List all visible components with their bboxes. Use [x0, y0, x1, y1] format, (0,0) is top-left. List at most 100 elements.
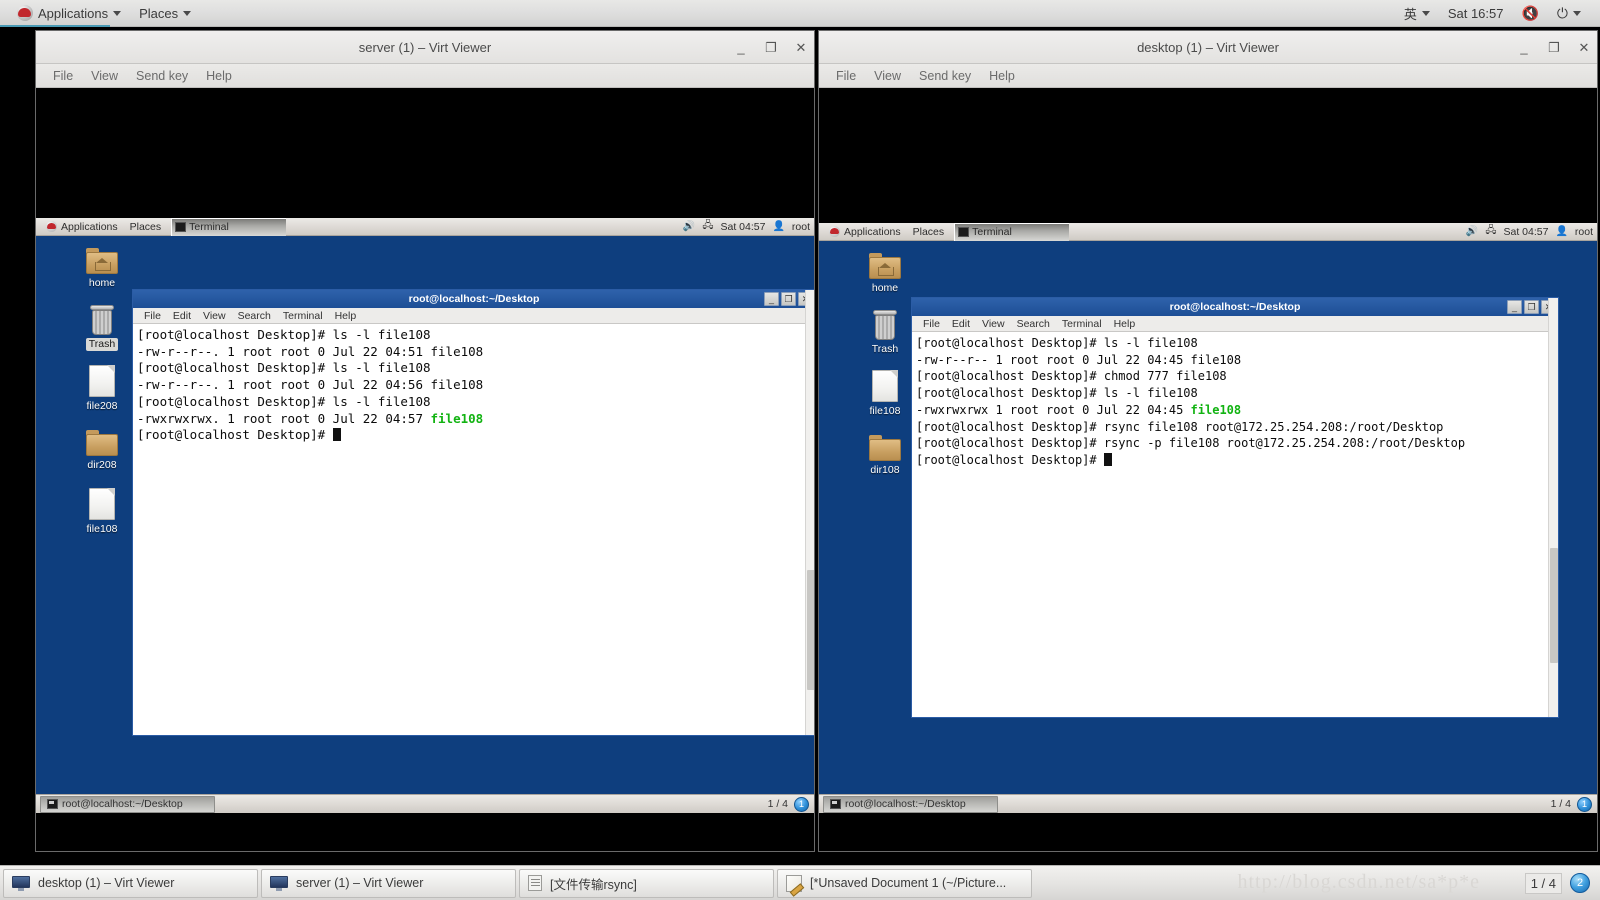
- server-window-titlebar[interactable]: server (1) – Virt Viewer _ ❐ ✕: [36, 31, 814, 64]
- guest-applications-menu[interactable]: Applications: [40, 220, 124, 234]
- screen-root: Applications Places 英 Sat 16:57 🔇 ⏻ serv…: [0, 0, 1600, 900]
- terminal-text: [root@localhost Desktop]# ls -l file108: [916, 386, 1198, 401]
- server-terminal-window[interactable]: root@localhost:~/Desktop _ ❐ ✕ File Edit…: [132, 289, 814, 736]
- terminal-menu-file[interactable]: File: [138, 310, 167, 322]
- desktop-icon-label: file208: [86, 400, 118, 413]
- network-icon[interactable]: 🖧: [702, 218, 713, 235]
- maximize-button[interactable]: ❐: [764, 40, 778, 56]
- terminal-scrollbar[interactable]: [805, 290, 814, 735]
- minimize-button[interactable]: _: [1517, 40, 1531, 55]
- guest-workspace-indicator: 1 / 4: [1550, 798, 1571, 810]
- desktop-guest-desktop[interactable]: Applications Places Terminal 🔊 🖧 Sat 04:…: [819, 223, 1597, 813]
- guest-taskbar-item-terminal[interactable]: root@localhost:~/Desktop: [40, 795, 215, 813]
- guest-workspace-badge[interactable]: 1: [794, 796, 809, 812]
- terminal-menu-help[interactable]: Help: [1108, 318, 1142, 330]
- desktop-window-titlebar[interactable]: desktop (1) – Virt Viewer _ ❐ ✕: [819, 31, 1597, 64]
- window-server-virt-viewer[interactable]: server (1) – Virt Viewer _ ❐ ✕ File View…: [35, 30, 815, 852]
- taskbar-item-unsaved-document[interactable]: [*Unsaved Document 1 (~/Picture...: [777, 868, 1032, 898]
- terminal-menu-edit[interactable]: Edit: [946, 318, 976, 330]
- clock-label: Sat 16:57: [1447, 5, 1504, 21]
- desktop-icon-label: file108: [86, 523, 118, 536]
- desktop-icon-home[interactable]: home: [849, 245, 921, 296]
- host-workspace-badge[interactable]: 2: [1570, 873, 1590, 893]
- desktop-icon-trash[interactable]: Trash: [66, 291, 138, 352]
- guest-task-label: Terminal: [972, 226, 1012, 238]
- speaker-icon[interactable]: 🔊: [683, 221, 695, 232]
- menu-view[interactable]: View: [82, 67, 127, 85]
- terminal-menu-help[interactable]: Help: [329, 310, 363, 322]
- terminal-minimize-button[interactable]: _: [1507, 300, 1522, 314]
- server-terminal-output[interactable]: [root@localhost Desktop]# ls -l file108-…: [133, 324, 814, 735]
- terminal-titlebar[interactable]: root@localhost:~/Desktop _ ❐ ✕: [133, 290, 814, 308]
- maximize-button[interactable]: ❐: [1547, 40, 1561, 56]
- terminal-menu-view[interactable]: View: [976, 318, 1011, 330]
- guest-window-task-terminal[interactable]: Terminal: [954, 223, 1070, 241]
- terminal-menu-search[interactable]: Search: [1011, 318, 1056, 330]
- minimize-button[interactable]: _: [734, 40, 748, 55]
- terminal-menu-search[interactable]: Search: [232, 310, 277, 322]
- desktop-terminal-output[interactable]: [root@localhost Desktop]# ls -l file108-…: [912, 332, 1558, 717]
- window-desktop-virt-viewer[interactable]: desktop (1) – Virt Viewer _ ❐ ✕ File Vie…: [818, 30, 1598, 852]
- guest-places-menu[interactable]: Places: [907, 225, 951, 239]
- menu-view[interactable]: View: [865, 67, 910, 85]
- terminal-icon: [47, 799, 58, 809]
- menu-help[interactable]: Help: [197, 67, 241, 85]
- desktop-icon-file108[interactable]: file108: [66, 472, 138, 537]
- taskbar-item-desktop-virt-viewer[interactable]: desktop (1) – Virt Viewer: [3, 868, 258, 898]
- guest-taskbar-item-terminal[interactable]: root@localhost:~/Desktop: [823, 795, 998, 813]
- guest-places-menu[interactable]: Places: [124, 220, 168, 234]
- desktop-viewer-canvas[interactable]: Applications Places Terminal 🔊 🖧 Sat 04:…: [819, 88, 1597, 851]
- applications-menu[interactable]: Applications: [8, 2, 130, 24]
- guest-places-label: Places: [912, 225, 945, 238]
- system-menu[interactable]: ⏻: [1548, 3, 1590, 23]
- close-button[interactable]: ✕: [1577, 40, 1591, 56]
- input-method-indicator[interactable]: 英: [1395, 1, 1439, 26]
- terminal-maximize-button[interactable]: ❐: [781, 292, 796, 306]
- terminal-text: [root@localhost Desktop]# ls -l file108: [137, 393, 431, 409]
- guest-workspace-badge[interactable]: 1: [1577, 796, 1592, 812]
- desktop-icon-label: file108: [869, 405, 901, 418]
- terminal-menu-terminal[interactable]: Terminal: [1056, 318, 1108, 330]
- host-taskbar: desktop (1) – Virt Viewer server (1) – V…: [0, 865, 1600, 900]
- terminal-titlebar[interactable]: root@localhost:~/Desktop _ ❐ ✕: [912, 298, 1558, 316]
- desktop-icon-file208[interactable]: file208: [66, 351, 138, 414]
- notepad-icon: [786, 874, 802, 892]
- network-icon[interactable]: 🖧: [1485, 223, 1496, 240]
- menu-send-key[interactable]: Send key: [910, 67, 980, 85]
- active-window-underline: [0, 25, 110, 27]
- desktop-icon-dir208[interactable]: dir208: [66, 414, 138, 473]
- terminal-maximize-button[interactable]: ❐: [1524, 300, 1539, 314]
- places-menu[interactable]: Places: [130, 3, 200, 24]
- terminal-line: [root@localhost Desktop]# ls -l file108: [916, 385, 1554, 402]
- terminal-line: [root@localhost Desktop]#: [137, 427, 811, 444]
- guest-applications-menu[interactable]: Applications: [823, 225, 907, 239]
- menu-file[interactable]: File: [827, 67, 865, 85]
- monitor-icon: [12, 875, 30, 891]
- desktop-icon-label: dir108: [870, 463, 900, 476]
- menu-file[interactable]: File: [44, 67, 82, 85]
- desktop-guest-top-panel: Applications Places Terminal 🔊 🖧 Sat 04:…: [819, 223, 1597, 241]
- desktop-icon-home[interactable]: home: [66, 240, 138, 291]
- taskbar-item-label: [文件传输rsync]: [550, 877, 637, 892]
- menu-help[interactable]: Help: [980, 67, 1024, 85]
- menu-send-key[interactable]: Send key: [127, 67, 197, 85]
- close-button[interactable]: ✕: [794, 40, 808, 56]
- speaker-icon[interactable]: 🔊: [1466, 226, 1478, 237]
- terminal-minimize-button[interactable]: _: [764, 292, 779, 306]
- server-guest-desktop[interactable]: Applications Places Terminal 🔊 🖧 Sat 04:…: [36, 218, 814, 813]
- taskbar-item-rsync-doc[interactable]: [文件传输rsync]: [519, 868, 774, 898]
- terminal-menu-terminal[interactable]: Terminal: [277, 310, 329, 322]
- volume-menu[interactable]: 🔇: [1512, 3, 1547, 23]
- terminal-line: [root@localhost Desktop]# chmod 777 file…: [916, 368, 1554, 385]
- terminal-scrollbar[interactable]: [1548, 298, 1558, 717]
- desktop-icon-label: dir208: [87, 458, 117, 471]
- clock[interactable]: Sat 16:57: [1439, 3, 1513, 24]
- terminal-menu-file[interactable]: File: [917, 318, 946, 330]
- terminal-menu-edit[interactable]: Edit: [167, 310, 197, 322]
- guest-window-task-terminal[interactable]: Terminal: [171, 218, 287, 236]
- taskbar-item-server-virt-viewer[interactable]: server (1) – Virt Viewer: [261, 868, 516, 898]
- terminal-menu-view[interactable]: View: [197, 310, 232, 322]
- desktop-window-title: desktop (1) – Virt Viewer: [1137, 39, 1279, 55]
- server-viewer-canvas[interactable]: Applications Places Terminal 🔊 🖧 Sat 04:…: [36, 88, 814, 851]
- desktop-terminal-window[interactable]: root@localhost:~/Desktop _ ❐ ✕ File Edit…: [911, 297, 1559, 718]
